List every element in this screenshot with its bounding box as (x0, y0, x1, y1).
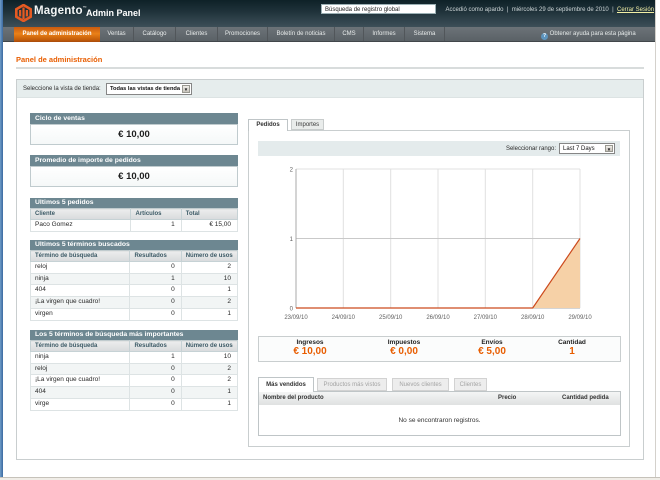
svg-text:27/09/10: 27/09/10 (474, 315, 498, 321)
svg-text:25/09/10: 25/09/10 (379, 315, 403, 321)
svg-text:24/09/10: 24/09/10 (332, 315, 356, 321)
svg-text:0: 0 (290, 307, 294, 313)
svg-text:26/09/10: 26/09/10 (426, 315, 450, 321)
svg-text:23/09/10: 23/09/10 (284, 315, 308, 321)
svg-text:29/09/10: 29/09/10 (568, 315, 592, 321)
svg-text:1: 1 (290, 237, 294, 243)
svg-text:28/09/10: 28/09/10 (521, 315, 545, 321)
svg-text:2: 2 (290, 168, 294, 174)
